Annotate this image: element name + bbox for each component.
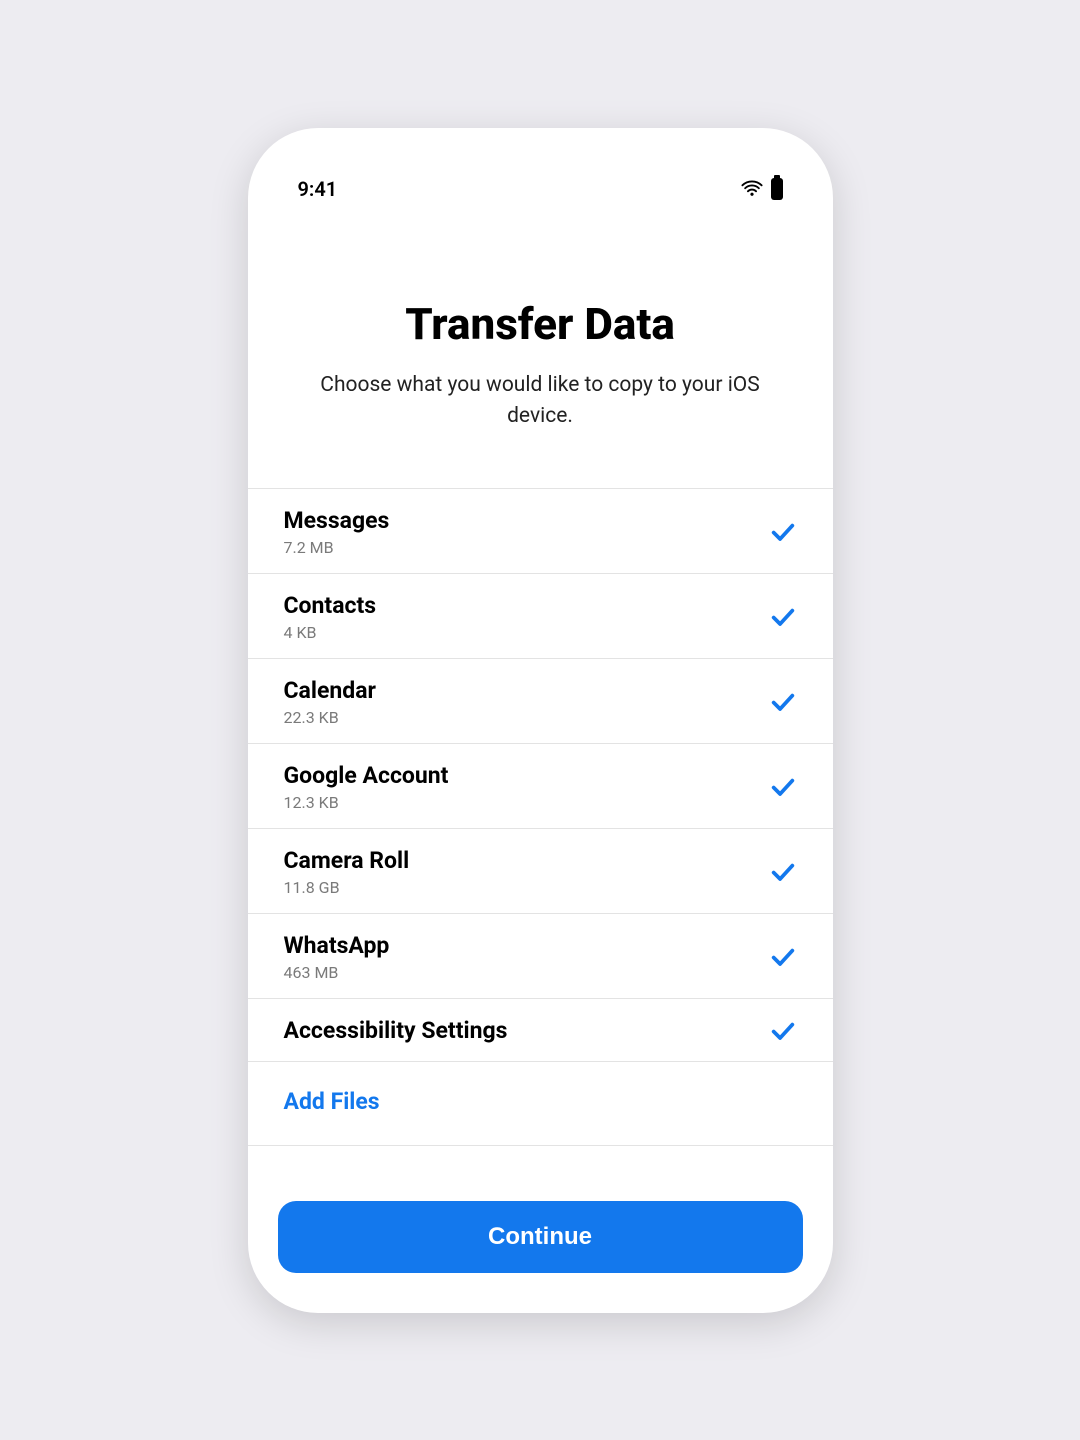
add-files-link[interactable]: Add Files xyxy=(284,1088,380,1115)
list-item-messages[interactable]: Messages 7.2 MB xyxy=(248,489,833,574)
list-item-text: WhatsApp 463 MB xyxy=(284,932,390,982)
checkmark-icon xyxy=(769,943,797,971)
list-item-label: Camera Roll xyxy=(284,847,410,874)
status-bar: 9:41 xyxy=(248,128,833,218)
page-title: Transfer Data xyxy=(288,298,793,350)
list-item-label: Accessibility Settings xyxy=(284,1017,508,1044)
list-item-calendar[interactable]: Calendar 22.3 KB xyxy=(248,659,833,744)
list-item-text: Camera Roll 11.8 GB xyxy=(284,847,410,897)
list-item-text: Contacts 4 KB xyxy=(284,592,377,642)
phone-frame: 9:41 Transfer Data Choose what you would… xyxy=(248,128,833,1313)
checkmark-icon xyxy=(769,1017,797,1045)
checkmark-icon xyxy=(769,773,797,801)
list-item-accessibility-settings[interactable]: Accessibility Settings xyxy=(248,999,833,1062)
list-item-size: 12.3 KB xyxy=(284,793,449,812)
transfer-items-list: Messages 7.2 MB Contacts 4 KB Calendar 2… xyxy=(248,488,833,1179)
list-item-contacts[interactable]: Contacts 4 KB xyxy=(248,574,833,659)
list-item-label: WhatsApp xyxy=(284,932,390,959)
list-item-size: 22.3 KB xyxy=(284,708,376,727)
battery-icon xyxy=(771,178,783,200)
list-item-text: Messages 7.2 MB xyxy=(284,507,390,557)
status-time: 9:41 xyxy=(298,177,338,201)
page-header: Transfer Data Choose what you would like… xyxy=(248,218,833,488)
checkmark-icon xyxy=(769,858,797,886)
list-item-google-account[interactable]: Google Account 12.3 KB xyxy=(248,744,833,829)
list-item-whatsapp[interactable]: WhatsApp 463 MB xyxy=(248,914,833,999)
list-item-size: 11.8 GB xyxy=(284,878,410,897)
list-item-text: Calendar 22.3 KB xyxy=(284,677,376,727)
list-item-size: 463 MB xyxy=(284,963,390,982)
checkmark-icon xyxy=(769,518,797,546)
checkmark-icon xyxy=(769,603,797,631)
list-item-label: Google Account xyxy=(284,762,449,789)
list-item-camera-roll[interactable]: Camera Roll 11.8 GB xyxy=(248,829,833,914)
list-item-size: 4 KB xyxy=(284,623,377,642)
list-item-text: Accessibility Settings xyxy=(284,1017,508,1044)
status-icons xyxy=(741,178,783,200)
list-item-text: Google Account 12.3 KB xyxy=(284,762,449,812)
list-item-label: Calendar xyxy=(284,677,376,704)
list-item-label: Contacts xyxy=(284,592,377,619)
page-subtitle: Choose what you would like to copy to yo… xyxy=(288,370,793,433)
add-files-row: Add Files xyxy=(248,1062,833,1146)
continue-button[interactable]: Continue xyxy=(278,1201,803,1273)
checkmark-icon xyxy=(769,688,797,716)
button-area: Continue xyxy=(248,1179,833,1313)
wifi-icon xyxy=(741,178,763,200)
list-item-size: 7.2 MB xyxy=(284,538,390,557)
list-item-label: Messages xyxy=(284,507,390,534)
